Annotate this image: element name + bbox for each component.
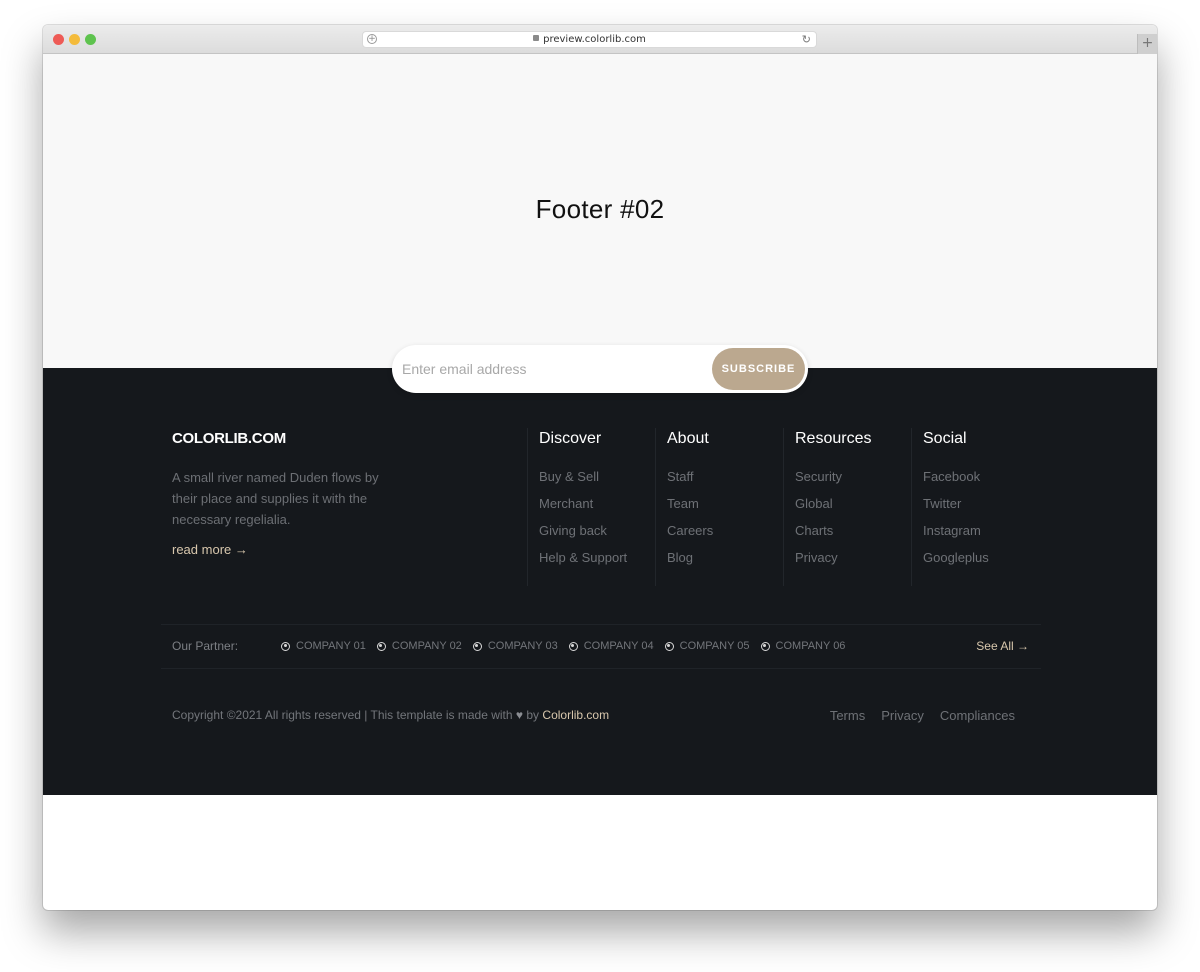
- radio-dot-icon: [760, 641, 770, 651]
- footer-link[interactable]: Twitter: [923, 496, 1039, 523]
- column-title: About: [667, 430, 709, 447]
- footer-link[interactable]: Careers: [667, 523, 783, 550]
- radio-dot-icon: [664, 641, 674, 651]
- footer-link[interactable]: Privacy: [795, 550, 911, 577]
- page-title: Footer #02: [535, 194, 665, 224]
- partner-item[interactable]: COMPANY 01: [281, 640, 366, 652]
- reload-icon[interactable]: ↻: [802, 32, 811, 47]
- partner-list: COMPANY 01 COMPANY 02 COMPANY 03 COMPANY…: [281, 640, 856, 652]
- terms-link[interactable]: Terms: [830, 708, 865, 723]
- partners-label: Our Partner:: [172, 639, 239, 653]
- browser-window: + preview.colorlib.com ↻ + Footer #02 SU…: [43, 25, 1157, 910]
- partner-item[interactable]: COMPANY 04: [568, 640, 654, 652]
- footer-link[interactable]: Help & Support: [539, 550, 655, 577]
- footer-link[interactable]: Instagram: [923, 523, 1039, 550]
- footer-description: A small river named Duden flows by their…: [172, 470, 379, 527]
- partner-name: COMPANY 02: [391, 640, 462, 652]
- close-window-button[interactable]: [53, 34, 64, 45]
- legal-links: Terms Privacy Compliances: [814, 708, 1015, 723]
- partner-item[interactable]: COMPANY 02: [376, 640, 462, 652]
- partner-item[interactable]: COMPANY 06: [760, 640, 846, 652]
- partner-name: COMPANY 06: [775, 640, 846, 652]
- colorlib-link[interactable]: Colorlib.com: [542, 708, 609, 722]
- footer-link[interactable]: Giving back: [539, 523, 655, 550]
- heart-icon: ♥: [515, 708, 524, 722]
- radio-dot-icon: [281, 641, 290, 651]
- lock-icon: [533, 35, 540, 41]
- privacy-link[interactable]: Privacy: [881, 708, 924, 723]
- footer-link[interactable]: Blog: [667, 550, 783, 577]
- zoom-window-button[interactable]: [85, 34, 96, 45]
- partner-name: COMPANY 01: [296, 640, 366, 652]
- copyright-by: by: [526, 708, 540, 722]
- address-bar[interactable]: + preview.colorlib.com ↻: [362, 31, 817, 48]
- column-title: Discover: [539, 430, 602, 447]
- email-input[interactable]: [402, 345, 702, 393]
- new-tab-button[interactable]: +: [1137, 34, 1157, 54]
- radio-dot-icon: [472, 641, 482, 651]
- subscribe-form: SUBSCRIBE: [392, 345, 808, 393]
- radio-dot-icon: [568, 641, 578, 651]
- url-text: preview.colorlib.com: [543, 34, 646, 45]
- column-title: Social: [923, 430, 967, 447]
- footer-link[interactable]: Merchant: [539, 496, 655, 523]
- compliances-link[interactable]: Compliances: [940, 708, 1015, 723]
- see-all-partners-link[interactable]: See All →: [976, 639, 1029, 653]
- browser-titlebar: + preview.colorlib.com ↻ +: [43, 25, 1157, 54]
- column-title: Resources: [795, 430, 872, 447]
- add-bookmark-icon[interactable]: +: [367, 34, 377, 44]
- footer: COLORLIB.COM A small river named Duden f…: [43, 368, 1157, 795]
- partner-name: COMPANY 05: [679, 640, 750, 652]
- partner-item[interactable]: COMPANY 05: [664, 640, 750, 652]
- radio-dot-icon: [376, 641, 386, 651]
- copyright: Copyright ©2021 All rights reserved | Th…: [172, 708, 609, 722]
- footer-column-about: About Staff Team Careers Blog: [655, 428, 783, 586]
- footer-link[interactable]: Global: [795, 496, 911, 523]
- hero-section: Footer #02: [43, 54, 1157, 368]
- footer-link[interactable]: Googleplus: [923, 550, 1039, 577]
- footer-brand: COLORLIB.COM: [172, 430, 286, 447]
- footer-link[interactable]: Team: [667, 496, 783, 523]
- copyright-text: Copyright ©2021 All rights reserved | Th…: [172, 708, 513, 722]
- footer-column-social: Social Facebook Twitter Instagram Google…: [911, 428, 1039, 586]
- partner-name: COMPANY 04: [583, 640, 654, 652]
- partners-bar: Our Partner: COMPANY 01 COMPANY 02 COMPA…: [161, 624, 1041, 669]
- footer-link[interactable]: Buy & Sell: [539, 469, 655, 496]
- footer-column-discover: Discover Buy & Sell Merchant Giving back…: [527, 428, 655, 586]
- minimize-window-button[interactable]: [69, 34, 80, 45]
- footer-column-resources: Resources Security Global Charts Privacy: [783, 428, 911, 586]
- footer-link[interactable]: Security: [795, 469, 911, 496]
- footer-link[interactable]: Facebook: [923, 469, 1039, 496]
- footer-link[interactable]: Charts: [795, 523, 911, 550]
- footer-link[interactable]: Staff: [667, 469, 783, 496]
- subscribe-button[interactable]: SUBSCRIBE: [712, 348, 805, 390]
- partner-item[interactable]: COMPANY 03: [472, 640, 558, 652]
- partner-name: COMPANY 03: [487, 640, 558, 652]
- read-more-link[interactable]: read more →: [172, 542, 248, 557]
